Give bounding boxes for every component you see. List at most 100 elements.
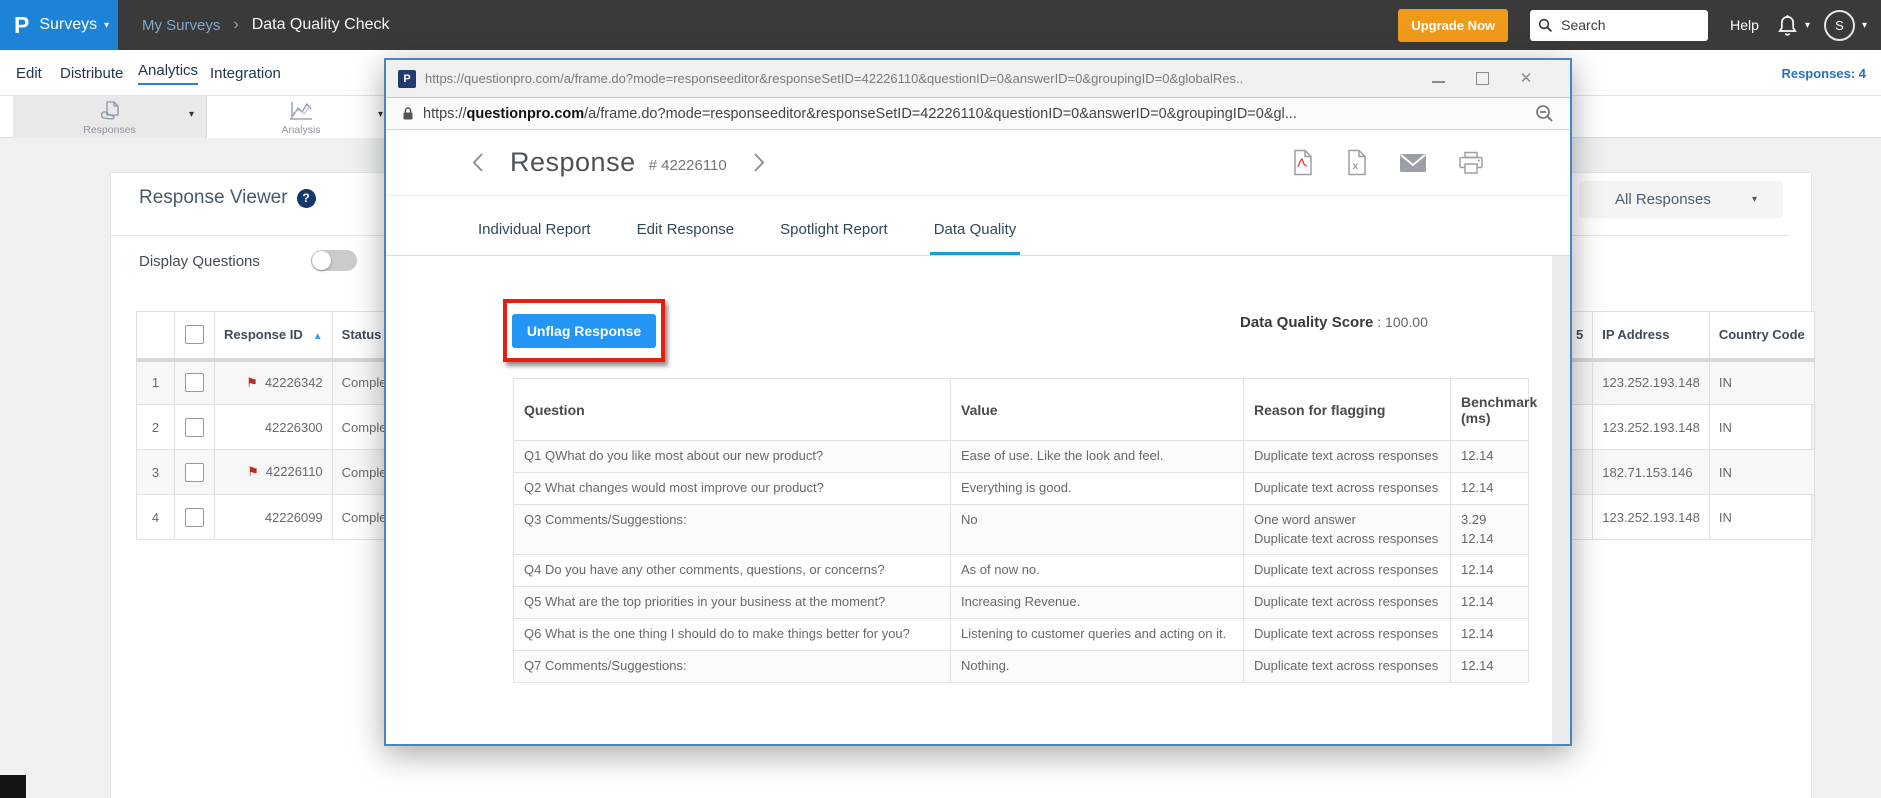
question-cell: Q3 Comments/Suggestions: — [513, 503, 951, 556]
select-all-checkbox[interactable] — [185, 325, 204, 345]
benchmark-cell: 12.14 — [1450, 649, 1529, 683]
breadcrumb-separator-icon: › — [233, 16, 239, 33]
search-box[interactable] — [1530, 9, 1709, 41]
address-bar: https://questionpro.com/a/frame.do?mode=… — [386, 98, 1570, 130]
address-url: https://questionpro.com/a/frame.do?mode=… — [423, 105, 1297, 122]
benchmark-line: 12.14 — [1461, 530, 1494, 546]
question-cell: Q7 Comments/Suggestions: — [513, 649, 951, 683]
value-cell: Everything is good. — [950, 471, 1244, 505]
question-cell: Q1 QWhat do you like most about our new … — [513, 440, 951, 473]
toolbar-responses[interactable]: Responses ▾ — [13, 96, 207, 138]
benchmark-header: Benchmark (ms) — [1450, 378, 1537, 441]
value-header: Value — [950, 378, 1244, 441]
annotation-highlight-box: Unflag Response — [503, 299, 665, 362]
chevron-down-icon: ▾ — [377, 109, 383, 120]
help-icon[interactable]: ? — [296, 188, 316, 208]
country-code-header[interactable]: Country Code — [1708, 311, 1815, 362]
zoom-out-button[interactable] — [1535, 104, 1554, 123]
response-id-link[interactable]: 42226300 — [265, 420, 323, 435]
display-questions-toggle[interactable] — [311, 250, 357, 271]
ip-address-cell: 182.71.153.146 — [1592, 449, 1710, 495]
upgrade-now-button[interactable]: Upgrade Now — [1398, 8, 1509, 42]
response-id-cell[interactable]: ⚑ 42226110 — [214, 449, 333, 495]
response-id-cell[interactable]: ⚑ 42226342 — [214, 359, 333, 405]
responses-icon — [100, 101, 119, 120]
data-quality-score: Data Quality Score : 100.00 — [1240, 314, 1428, 331]
responses-count: Responses: 4 — [1781, 65, 1866, 81]
toolbar-analysis[interactable]: Analysis ▾ — [207, 96, 395, 138]
row-number: 1 — [136, 359, 175, 405]
scrollbar[interactable] — [1552, 256, 1570, 744]
tab-analytics[interactable]: Analytics — [138, 50, 199, 96]
row-select-cell — [174, 449, 215, 495]
window-title-bar[interactable]: P https://questionpro.com/a/frame.do?mod… — [386, 60, 1570, 98]
next-response-button[interactable] — [753, 152, 765, 173]
questionpro-logo: P — [14, 11, 30, 38]
surveys-menu[interactable]: P Surveys ▾ — [0, 0, 118, 50]
close-button[interactable]: ✕ — [1504, 71, 1548, 86]
tab-edit[interactable]: Edit — [16, 50, 42, 96]
chevron-right-icon — [754, 153, 765, 172]
row-checkbox[interactable] — [185, 462, 204, 482]
response-number: # 42226110 — [648, 157, 727, 174]
display-questions-label: Display Questions — [139, 252, 260, 270]
export-excel-button[interactable]: x — [1345, 149, 1368, 176]
excel-icon: x — [1348, 149, 1366, 176]
print-button[interactable] — [1458, 151, 1484, 175]
response-title: Response — [510, 147, 636, 177]
pdf-icon — [1294, 149, 1312, 176]
dq-row: Q2 What changes would most improve our p… — [513, 471, 1529, 505]
toggle-knob — [312, 251, 331, 270]
benchmark-line: 12.14 — [1461, 594, 1494, 610]
response-id-cell[interactable]: 42226099 — [214, 494, 333, 540]
tab-integration[interactable]: Integration — [210, 50, 281, 96]
tab-edit-response[interactable]: Edit Response — [637, 221, 735, 255]
value-cell: No — [950, 503, 1244, 556]
previous-response-button[interactable] — [472, 152, 484, 173]
svg-text:x: x — [1353, 161, 1359, 172]
toolbar-responses-label: Responses — [83, 124, 136, 136]
breadcrumb-my-surveys[interactable]: My Surveys — [142, 17, 220, 34]
tab-individual-report[interactable]: Individual Report — [478, 221, 591, 255]
chevron-down-icon: ▾ — [104, 19, 110, 31]
account-menu[interactable]: S ▾ — [1823, 9, 1867, 41]
maximize-button[interactable] — [1460, 72, 1504, 85]
sort-asc-icon: ▲ — [312, 331, 323, 343]
product-name: Surveys — [39, 16, 98, 33]
row-checkbox[interactable] — [185, 507, 204, 527]
notifications-button[interactable]: ▾ — [1777, 14, 1810, 37]
response-row[interactable]: 182.71.153.146 IN — [1560, 449, 1815, 495]
tab-distribute[interactable]: Distribute — [60, 50, 123, 96]
ip-address-header[interactable]: IP Address — [1592, 311, 1710, 362]
minimize-button[interactable] — [1416, 75, 1460, 83]
response-id-link[interactable]: 42226110 — [266, 464, 323, 479]
response-row[interactable]: 123.252.193.148 IN — [1560, 404, 1815, 450]
score-value: : 100.00 — [1377, 314, 1428, 330]
reason-line: Duplicate text across responses — [1254, 657, 1439, 673]
response-id-link[interactable]: 42226099 — [265, 510, 323, 525]
response-row[interactable]: 123.252.193.148 IN — [1560, 359, 1815, 405]
search-input[interactable] — [1559, 9, 1704, 41]
value-cell: Listening to customer queries and acting… — [950, 618, 1244, 651]
unflag-response-button[interactable]: Unflag Response — [511, 313, 657, 348]
export-pdf-button[interactable] — [1291, 149, 1314, 176]
benchmark-line: 3.29 — [1461, 511, 1487, 527]
row-checkbox[interactable] — [185, 373, 204, 393]
select-all-header — [174, 311, 215, 362]
questionpro-favicon: P — [398, 69, 416, 88]
ip-address-cell: 123.252.193.148 — [1592, 404, 1710, 450]
row-checkbox[interactable] — [185, 417, 204, 437]
response-id-link[interactable]: 42226342 — [265, 375, 323, 390]
tab-spotlight-report[interactable]: Spotlight Report — [780, 221, 888, 255]
response-filter-dropdown[interactable]: All Responses ▾ — [1579, 181, 1783, 218]
page-title-text: Response Viewer — [139, 187, 288, 208]
help-link[interactable]: Help — [1730, 17, 1759, 33]
response-id-cell[interactable]: 42226300 — [214, 404, 333, 450]
email-response-button[interactable] — [1399, 153, 1427, 173]
window-controls: ✕ — [1416, 71, 1548, 86]
response-row[interactable]: 123.252.193.148 IN — [1560, 494, 1815, 540]
tab-data-quality[interactable]: Data Quality — [929, 221, 1020, 255]
analysis-icon — [290, 102, 312, 120]
response-id-header[interactable]: Response ID ▲ — [214, 311, 333, 362]
benchmark-line: 12.14 — [1461, 562, 1494, 578]
